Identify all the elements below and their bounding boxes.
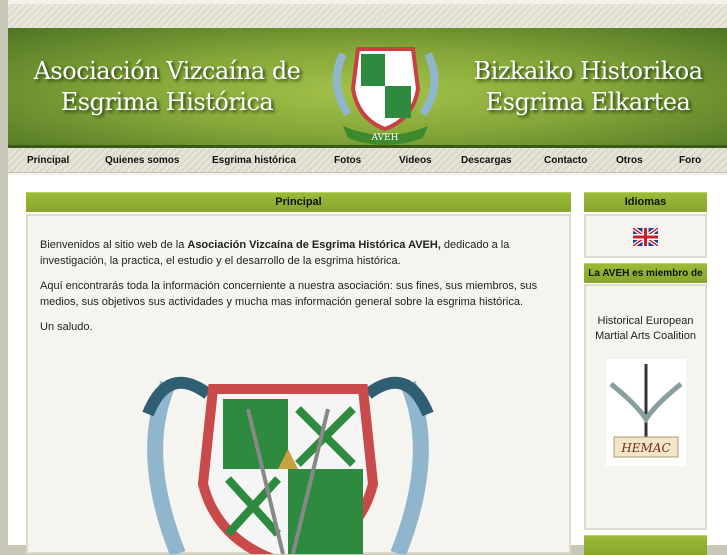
hemac-logo-text: HEMAC (620, 441, 670, 455)
header-banner: Asociación Vizcaína de Esgrima Histórica … (8, 28, 727, 148)
languages-box (584, 214, 707, 258)
main-box-title: Principal (26, 192, 571, 212)
title-line: Esgrima Elkartea (485, 88, 691, 116)
crest-label: AVEH (371, 133, 399, 143)
title-line: Asociación Vizcaína de (33, 57, 301, 85)
text: Bienvenidos al sitio web de la (40, 239, 188, 251)
member-org-name[interactable]: Historical European Martial Arts Coaliti… (586, 314, 705, 344)
title-line: Esgrima Histórica (60, 88, 274, 116)
content-area: Principal Bienvenidos al sitio web de la… (8, 175, 727, 555)
member-box: Historical European Martial Arts Coaliti… (584, 284, 707, 530)
nav-esgrima-historica[interactable]: Esgrima histórica (212, 155, 296, 166)
info-paragraph: Aquí encontrarás toda la información con… (40, 280, 538, 308)
main-box: Bienvenidos al sitio web de la Asociació… (26, 214, 571, 554)
association-name: Asociación Vizcaína de Esgrima Histórica… (187, 239, 441, 251)
nav-otros[interactable]: Otros (616, 155, 643, 166)
intro-paragraph: Bienvenidos al sitio web de la Asociació… (40, 237, 557, 269)
nav-videos[interactable]: Videos (399, 155, 432, 166)
nav-fotos[interactable]: Fotos (334, 155, 361, 166)
site-title-spanish: Asociación Vizcaína de Esgrima Histórica (22, 56, 312, 118)
aveh-crest-logo[interactable]: AVEH (323, 34, 448, 146)
nav-principal[interactable]: Principal (27, 155, 69, 166)
nav-foro[interactable]: Foro (679, 155, 701, 166)
uk-flag-icon[interactable] (633, 228, 658, 246)
sidebar-next-header (584, 535, 707, 555)
title-line: Bizkaiko Historikoa (473, 57, 703, 85)
top-stripe (8, 4, 727, 28)
languages-title: Idiomas (584, 192, 707, 212)
main-nav: Principal Quienes somos Esgrima históric… (8, 148, 727, 173)
hemac-logo[interactable]: HEMAC (606, 359, 686, 466)
greeting: Un saludo. (40, 321, 93, 333)
nav-contacto[interactable]: Contacto (544, 155, 587, 166)
page: Asociación Vizcaína de Esgrima Histórica … (8, 0, 727, 555)
site-title-basque: Bizkaiko Historikoa Esgrima Elkartea (458, 56, 718, 118)
large-crest-image (142, 376, 434, 554)
nav-quienes-somos[interactable]: Quienes somos (105, 155, 179, 166)
nav-descargas[interactable]: Descargas (461, 155, 512, 166)
member-title: La AVEH es miembro de (584, 263, 707, 283)
